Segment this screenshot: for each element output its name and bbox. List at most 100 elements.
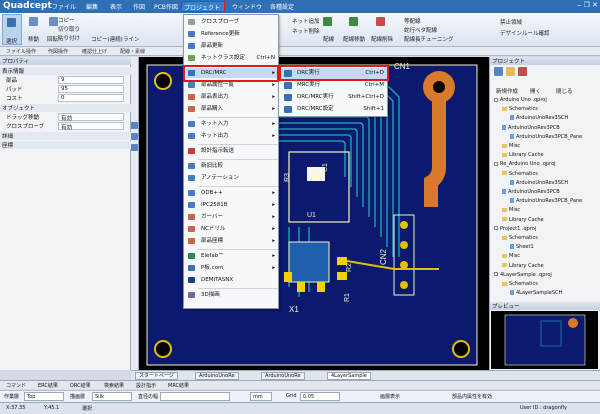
menu-item[interactable]: P板.com ▸ bbox=[186, 263, 278, 273]
menu-item[interactable]: 設計指示転送 bbox=[186, 146, 278, 156]
tree-item[interactable]: Misc bbox=[502, 253, 520, 259]
tree-item[interactable]: ArduinoUnoRev3PCB bbox=[502, 189, 560, 195]
menu-item[interactable]: NCドリル ▸ bbox=[186, 224, 278, 234]
menu-view[interactable]: 表示 bbox=[110, 2, 122, 11]
layer-select[interactable]: Top bbox=[24, 392, 64, 401]
menu-draw[interactable]: 作図 bbox=[133, 2, 145, 11]
close-project-button[interactable]: 閉じる bbox=[556, 87, 573, 95]
design-rule-button[interactable]: デザインルール確認 bbox=[500, 29, 550, 37]
tree-item[interactable]: Schematics bbox=[502, 171, 538, 177]
menu-item[interactable]: ガーバー ▸ bbox=[186, 212, 278, 222]
menu-item[interactable]: ネット出力 ▸ bbox=[186, 131, 278, 141]
menu-edit[interactable]: 編集 bbox=[86, 2, 98, 11]
net-add-button[interactable]: ネット追加 bbox=[292, 17, 320, 25]
route-move-label[interactable]: 配線移動 bbox=[343, 35, 365, 43]
tab-design-instruction[interactable]: 設計指示 bbox=[136, 382, 156, 389]
tab-doc-active[interactable]: 4LayerSample bbox=[327, 372, 371, 380]
prop-value[interactable]: 有効 bbox=[58, 122, 124, 131]
tree-item[interactable]: Schematics bbox=[502, 281, 538, 287]
tree-item[interactable]: Schematics bbox=[502, 106, 538, 112]
section-display-info[interactable]: 表示情報 bbox=[0, 67, 131, 75]
menu-item[interactable]: 部品座標 ▸ bbox=[186, 236, 278, 246]
menu-item[interactable]: Reference更新 bbox=[186, 29, 278, 39]
prop-value[interactable]: 0 bbox=[58, 94, 124, 102]
open-project-button[interactable]: 開く bbox=[530, 87, 541, 95]
open-icon[interactable] bbox=[506, 67, 515, 76]
rotate-icon[interactable] bbox=[49, 17, 58, 26]
tree-item[interactable]: Misc bbox=[502, 143, 520, 149]
tab-routing[interactable]: 配線・素線 bbox=[120, 48, 145, 55]
section-object[interactable]: オブジェクト bbox=[0, 104, 131, 112]
menu-project[interactable]: プロジェクト bbox=[181, 1, 225, 12]
copy-continuous-button[interactable]: コピー(連続) bbox=[91, 35, 123, 43]
paint-layer-select[interactable]: Silk bbox=[92, 392, 132, 401]
tree-item[interactable]: Arduino Uno .qproj bbox=[494, 97, 547, 103]
tab-check[interactable]: 確認仕上げ bbox=[82, 48, 107, 55]
menu-file[interactable]: ファイル bbox=[52, 2, 76, 11]
tab-command[interactable]: コマンド bbox=[6, 382, 26, 389]
menu-item[interactable]: クロスプローブ bbox=[186, 17, 278, 27]
tree-item[interactable]: Library Cache bbox=[502, 152, 544, 158]
attr-enable-checkbox[interactable]: 部品内属性を有効 bbox=[452, 393, 492, 400]
display-layer-label[interactable]: 画層表示 bbox=[380, 393, 400, 400]
copy-button[interactable]: コピー bbox=[58, 16, 75, 24]
menu-item[interactable]: ネットクラス設定 Ctrl+N bbox=[186, 53, 278, 63]
tree-item[interactable]: ArduinoUnoRev3PCB_Pane bbox=[510, 133, 582, 140]
tree-item[interactable]: Library Cache bbox=[502, 263, 544, 269]
prop-value[interactable]: 95 bbox=[58, 85, 124, 93]
tab-doc[interactable]: ArduinoUnoRe bbox=[195, 372, 239, 380]
tab-erc-result[interactable]: ERC結果 bbox=[38, 382, 58, 389]
equal-route-button[interactable]: 等配線 bbox=[404, 17, 421, 25]
unit-select[interactable]: mm bbox=[250, 392, 272, 401]
menu-item[interactable]: ODB++ ▸ bbox=[186, 188, 278, 198]
tree-item[interactable]: Schematics bbox=[502, 235, 538, 241]
menu-item[interactable]: 部品表出力 ▸ bbox=[186, 92, 278, 102]
menu-item[interactable]: 部品更新 bbox=[186, 41, 278, 51]
route-icon[interactable] bbox=[323, 17, 332, 26]
section-coords[interactable]: 座標 bbox=[0, 141, 131, 149]
move-icon[interactable] bbox=[29, 17, 38, 26]
menu-item[interactable]: Elefab™ ▸ bbox=[186, 251, 278, 261]
drc-mrc-settings-item[interactable]: DRC/MRC設定 Shift+1 bbox=[281, 104, 387, 115]
new-icon[interactable] bbox=[494, 67, 503, 76]
route-delete-label[interactable]: 配線削除 bbox=[371, 35, 393, 43]
tab-drc-result[interactable]: DRC結果 bbox=[70, 382, 91, 389]
menu-item[interactable]: アノテーション bbox=[186, 173, 278, 183]
new-project-button[interactable]: 新規作成 bbox=[496, 87, 518, 95]
tab-mrc-result[interactable]: MRC結果 bbox=[168, 382, 189, 389]
tree-item[interactable]: Sheet1 bbox=[510, 244, 534, 250]
length-tuning-button[interactable]: 配線長チューニング bbox=[404, 35, 454, 43]
tab-doc[interactable]: ArduinoUnoRe bbox=[261, 372, 305, 380]
tab-file-ops[interactable]: ファイル操作 bbox=[6, 48, 36, 55]
drc-mrc-run-item[interactable]: DRC/MRC実行 Shift+Ctrl+D bbox=[281, 92, 387, 103]
keepout-button[interactable]: 禁止領域 bbox=[500, 18, 522, 26]
route-move-icon[interactable] bbox=[349, 17, 358, 26]
close-icon[interactable] bbox=[518, 67, 527, 76]
tree-item[interactable]: 4LayerSample .qproj bbox=[494, 272, 552, 278]
menu-window[interactable]: ウィンドウ bbox=[232, 2, 262, 11]
tab-search-result[interactable]: 検索結果 bbox=[104, 382, 124, 389]
rotate-label[interactable]: 回転 bbox=[47, 35, 58, 43]
tree-item[interactable]: Misc bbox=[502, 207, 520, 213]
tree-item[interactable]: Library Cache bbox=[502, 217, 544, 223]
fit-icon[interactable] bbox=[131, 144, 138, 151]
tree-item[interactable]: Project1 .qproj bbox=[494, 226, 536, 232]
section-detail[interactable]: 詳細 bbox=[0, 132, 131, 140]
width-input[interactable] bbox=[160, 392, 230, 401]
paste-button[interactable]: 貼り付け bbox=[58, 34, 80, 42]
tree-item[interactable]: ArduinoUnoRev3PCB_Pane bbox=[510, 198, 582, 204]
tree-item[interactable]: Re_Arduino Uno .qproj bbox=[494, 161, 556, 167]
tree-item[interactable]: ArduinoUnoRev3SCH bbox=[510, 179, 568, 186]
menu-item[interactable]: DEMITASNX bbox=[186, 275, 278, 285]
menu-item[interactable]: 新旧比較 bbox=[186, 161, 278, 171]
tab-draw-ops[interactable]: 作図操作 bbox=[48, 48, 68, 55]
meander-button[interactable]: 蛇行ベタ配線 bbox=[404, 26, 437, 34]
move-label[interactable]: 移動 bbox=[28, 35, 39, 43]
prop-value[interactable]: 9 bbox=[58, 76, 124, 84]
prop-value[interactable]: 有効 bbox=[58, 113, 124, 122]
net-delete-button[interactable]: ネット削除 bbox=[292, 27, 320, 35]
menu-item[interactable]: IPC2581B ▸ bbox=[186, 200, 278, 210]
tree-item[interactable]: ArduinoUnoRev3SCH bbox=[510, 115, 568, 121]
grid-input[interactable]: 0.05 bbox=[300, 392, 340, 401]
route-delete-icon[interactable] bbox=[376, 17, 385, 26]
